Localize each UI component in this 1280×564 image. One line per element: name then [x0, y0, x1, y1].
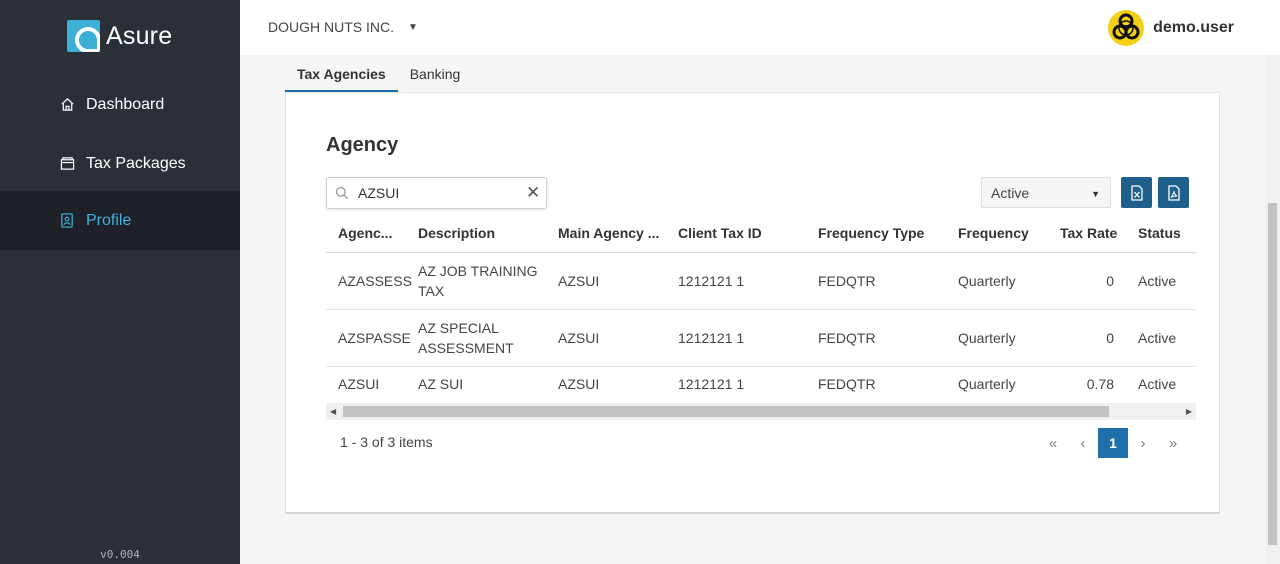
cell-description: AZ JOB TRAINING TAX — [418, 263, 538, 299]
home-icon — [59, 97, 75, 113]
app-version: v0.004 — [100, 548, 140, 561]
cell-client-tax-id: 1212121 1 — [678, 376, 745, 392]
table-row[interactable]: AZSPASSE AZ SPECIAL ASSESSMENT AZSUI 121… — [326, 310, 1196, 367]
cell-frequency-type: FEDQTR — [818, 376, 876, 392]
asure-logo-icon — [67, 20, 100, 52]
tab-bar: Tax Agencies Banking — [285, 55, 472, 93]
pagination-info: 1 - 3 of 3 items — [340, 434, 433, 450]
next-page-icon[interactable]: › — [1128, 428, 1158, 458]
cell-tax-rate: 0.78 — [1086, 376, 1114, 392]
company-name: DOUGH NUTS INC. — [268, 19, 394, 35]
horizontal-scroll-thumb[interactable] — [343, 406, 1109, 417]
app-name: Asure — [106, 21, 173, 50]
page-button-current[interactable]: 1 — [1098, 428, 1128, 458]
column-header-description[interactable]: Description — [418, 225, 538, 241]
column-header-frequency-type[interactable]: Frequency Type — [818, 225, 943, 241]
cell-tax-rate: 0 — [1106, 330, 1114, 346]
cell-client-tax-id: 1212121 1 — [678, 330, 745, 346]
cell-status: Active — [1138, 273, 1177, 289]
pagination: « ‹ 1 › » — [1038, 428, 1188, 458]
excel-file-icon — [1130, 184, 1143, 201]
export-pdf-button[interactable] — [1158, 177, 1189, 208]
username: demo.user — [1153, 19, 1234, 36]
last-page-icon[interactable]: » — [1158, 428, 1188, 458]
cell-frequency-type: FEDQTR — [818, 330, 876, 346]
cell-frequency: Quarterly — [958, 273, 1016, 289]
tab-banking[interactable]: Banking — [398, 55, 473, 93]
cell-agency: AZSPASSE — [338, 330, 411, 346]
search-input[interactable] — [358, 185, 518, 201]
cell-status: Active — [1138, 330, 1177, 346]
sidebar-item-label: Dashboard — [86, 95, 165, 113]
scroll-right-icon[interactable]: ▶ — [1186, 407, 1192, 416]
grid-header: Agenc... Description Main Agency ... Cli… — [326, 213, 1196, 253]
cell-description: AZ SUI — [418, 376, 464, 392]
search-box: ✕ — [326, 177, 547, 209]
biohazard-icon — [1108, 10, 1145, 46]
cell-frequency: Quarterly — [958, 330, 1016, 346]
sidebar-item-tax-packages[interactable]: Tax Packages — [0, 134, 240, 193]
agency-grid: Agenc... Description Main Agency ... Cli… — [326, 213, 1196, 420]
cell-agency: AZSUI — [338, 376, 380, 392]
sidebar-item-label: Profile — [86, 211, 132, 229]
column-header-client-tax-id[interactable]: Client Tax ID — [678, 225, 798, 241]
topbar: DOUGH NUTS INC. ▼ demo.user — [240, 0, 1280, 55]
cell-frequency: Quarterly — [958, 376, 1016, 392]
export-excel-button[interactable] — [1121, 177, 1152, 208]
cell-tax-rate: 0 — [1106, 273, 1114, 289]
sidebar: Asure Dashboard Tax Packages Profile v0.… — [0, 0, 240, 564]
column-header-status[interactable]: Status — [1138, 225, 1196, 241]
user-menu[interactable]: demo.user — [1108, 10, 1234, 46]
package-icon — [59, 156, 75, 172]
cell-client-tax-id: 1212121 1 — [678, 273, 745, 289]
sidebar-item-dashboard[interactable]: Dashboard — [0, 75, 240, 134]
agency-card: Agency ✕ Active ▼ Agenc... Description M… — [285, 92, 1220, 514]
caret-down-icon: ▼ — [1091, 189, 1100, 199]
column-header-agency[interactable]: Agenc... — [338, 225, 394, 241]
cell-agency: AZASSESS — [338, 273, 412, 289]
vertical-scroll-thumb[interactable] — [1268, 203, 1277, 545]
first-page-icon[interactable]: « — [1038, 428, 1068, 458]
vertical-scrollbar[interactable] — [1265, 55, 1280, 564]
caret-down-icon: ▼ — [408, 21, 418, 33]
sidebar-item-profile[interactable]: Profile — [0, 191, 240, 250]
prev-page-icon[interactable]: ‹ — [1068, 428, 1098, 458]
cell-main-agency: AZSUI — [558, 376, 600, 392]
clear-search-icon[interactable]: ✕ — [526, 184, 540, 201]
status-filter-select[interactable]: Active ▼ — [981, 177, 1111, 208]
cell-description: AZ SPECIAL ASSESSMENT — [418, 320, 514, 356]
tab-tax-agencies[interactable]: Tax Agencies — [285, 55, 398, 93]
cell-main-agency: AZSUI — [558, 273, 600, 289]
scroll-left-icon[interactable]: ◀ — [330, 407, 336, 416]
status-filter-value: Active — [991, 184, 1030, 201]
sidebar-item-label: Tax Packages — [86, 154, 186, 172]
table-row[interactable]: AZASSESS AZ JOB TRAINING TAX AZSUI 12121… — [326, 253, 1196, 310]
cell-frequency-type: FEDQTR — [818, 273, 876, 289]
column-header-frequency[interactable]: Frequency — [958, 225, 1048, 241]
pdf-file-icon — [1167, 184, 1180, 201]
search-icon — [335, 186, 349, 200]
app-logo[interactable]: Asure — [67, 20, 172, 52]
cell-main-agency: AZSUI — [558, 330, 600, 346]
table-row[interactable]: AZSUI AZ SUI AZSUI 1212121 1 FEDQTR Quar… — [326, 367, 1196, 404]
card-title: Agency — [326, 134, 399, 156]
column-header-tax-rate[interactable]: Tax Rate — [1060, 225, 1130, 241]
cell-status: Active — [1138, 376, 1177, 392]
column-header-main-agency[interactable]: Main Agency ... — [558, 225, 668, 241]
horizontal-scrollbar[interactable]: ◀ ▶ — [326, 403, 1196, 420]
company-selector[interactable]: DOUGH NUTS INC. ▼ — [268, 19, 418, 35]
profile-icon — [59, 213, 75, 229]
